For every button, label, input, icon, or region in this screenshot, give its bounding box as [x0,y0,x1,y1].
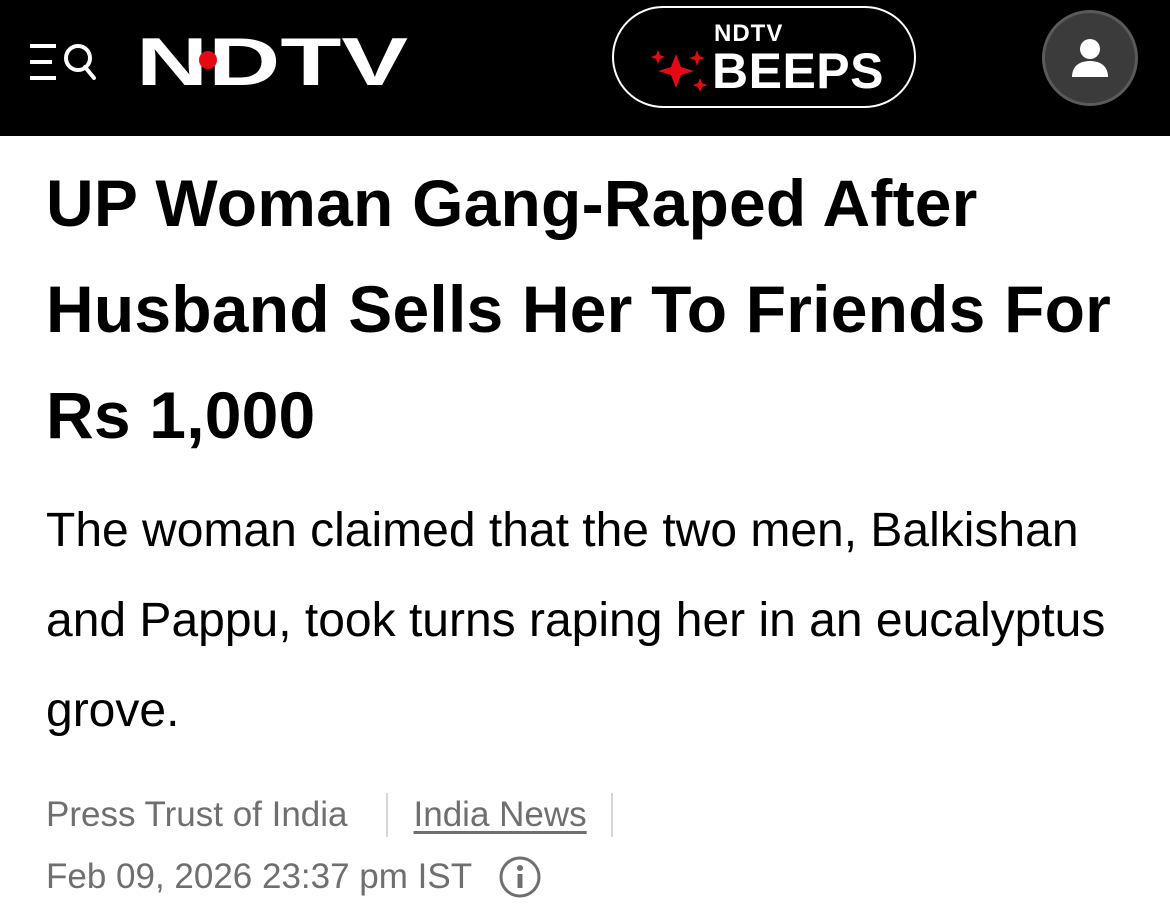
meta-divider [385,793,388,837]
ndtv-beeps-button[interactable]: NDTV BEEPS [612,6,916,108]
user-icon [1072,39,1108,77]
logo-text: NDTV [136,30,408,90]
article-dateline: Feb 09, 2026 23:37 pm IST [46,850,542,904]
menu-search-icon[interactable] [28,40,102,86]
sparkle-icon [651,50,707,92]
category-link[interactable]: India News [414,795,587,835]
article-meta: Press Trust of India India News [46,790,613,840]
ndtv-logo[interactable]: NDTV [136,30,410,90]
info-icon[interactable] [498,855,542,899]
article-headline[interactable]: UP Woman Gang-Raped After Husband Sells … [46,150,1136,468]
meta-divider [610,793,613,837]
user-account-button[interactable] [1042,10,1138,106]
article-summary: The woman claimed that the two men, Balk… [46,504,1106,737]
article-timestamp: Feb 09, 2026 23:37 pm IST [46,857,473,896]
article-source: Press Trust of India [46,795,348,834]
logo-red-dot [199,51,217,69]
top-navigation-bar: NDTV NDTV BEEPS [0,0,1170,136]
beeps-label: BEEPS [712,43,885,99]
